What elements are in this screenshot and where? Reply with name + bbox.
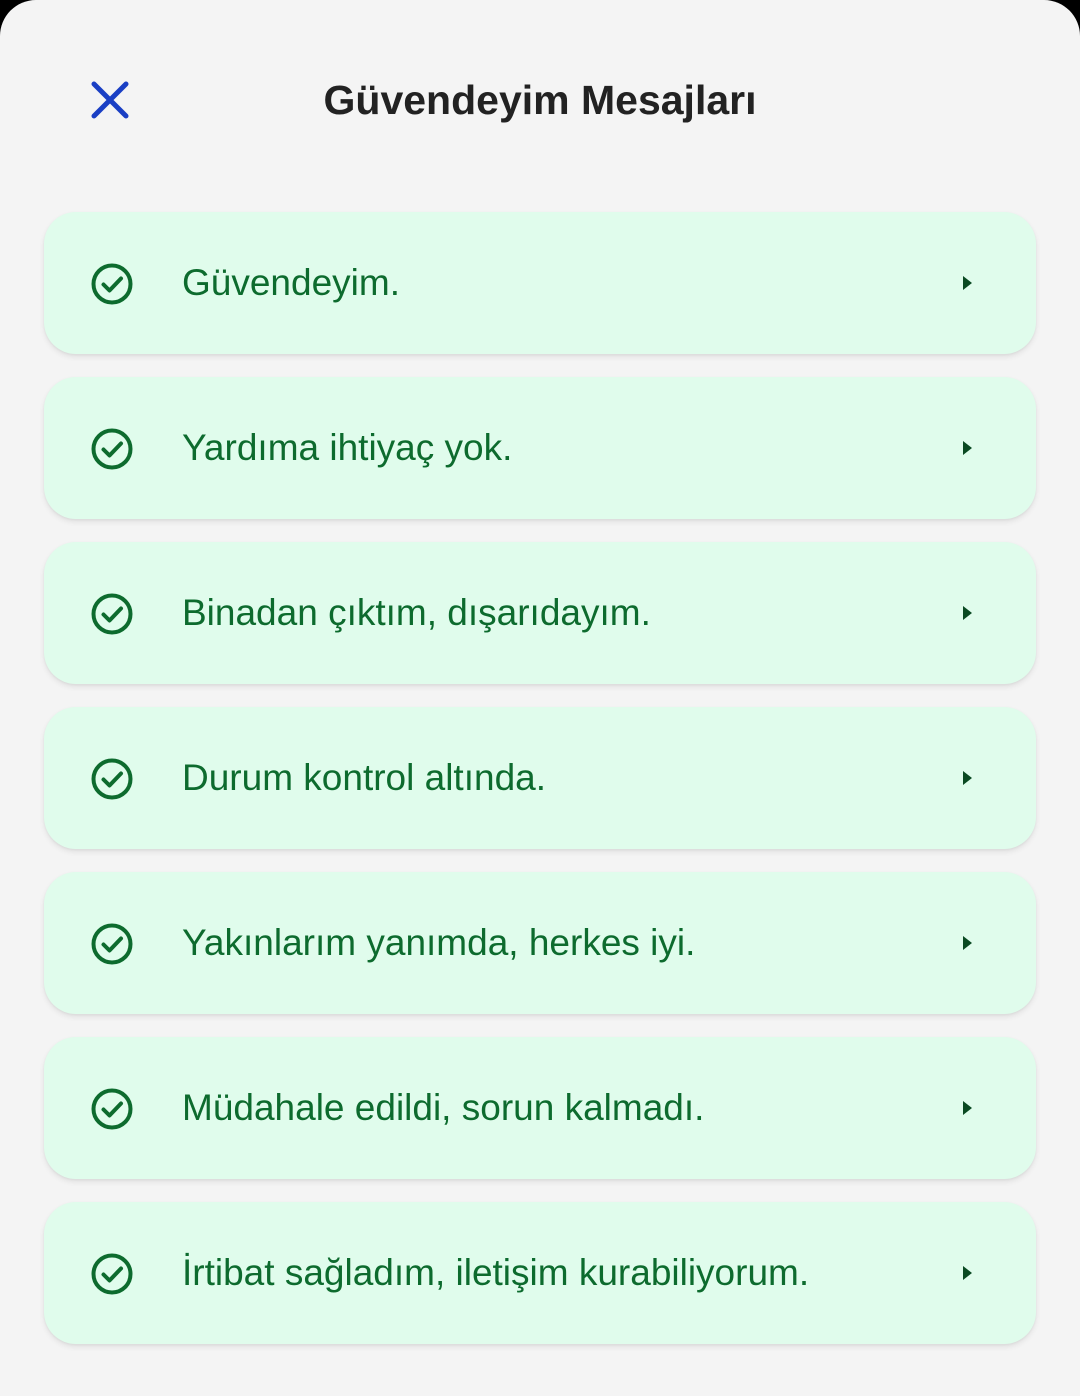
message-label: İrtibat sağladım, iletişim kurabiliyorum… bbox=[182, 1252, 810, 1293]
check-circle-icon bbox=[91, 593, 133, 635]
sheet-header: Güvendeyim Mesajları bbox=[0, 0, 1080, 200]
message-item-0[interactable]: Güvendeyim. bbox=[44, 212, 1036, 354]
message-label: Yardıma ihtiyaç yok. bbox=[182, 427, 513, 468]
arrow-right-icon bbox=[963, 441, 972, 455]
message-item-5[interactable]: Müdahale edildi, sorun kalmadı. bbox=[44, 1037, 1036, 1179]
arrow-right-icon bbox=[963, 1101, 972, 1115]
check-circle-icon bbox=[91, 758, 133, 800]
arrow-right-icon bbox=[963, 1266, 972, 1280]
arrow-right-icon bbox=[963, 606, 972, 620]
check-circle-icon bbox=[91, 1253, 133, 1295]
page-title: Güvendeyim Mesajları bbox=[323, 77, 757, 123]
message-item-3[interactable]: Durum kontrol altında. bbox=[44, 707, 1036, 849]
arrow-right-icon bbox=[963, 276, 972, 290]
check-circle-icon bbox=[91, 263, 133, 305]
message-list: Güvendeyim. Yardıma ihtiyaç yok. Binadan… bbox=[44, 212, 1036, 1367]
message-label: Güvendeyim. bbox=[182, 262, 400, 303]
message-label: Müdahale edildi, sorun kalmadı. bbox=[182, 1087, 705, 1128]
message-item-1[interactable]: Yardıma ihtiyaç yok. bbox=[44, 377, 1036, 519]
message-label: Binadan çıktım, dışarıdayım. bbox=[182, 592, 651, 633]
message-item-4[interactable]: Yakınlarım yanımda, herkes iyi. bbox=[44, 872, 1036, 1014]
check-circle-icon bbox=[91, 428, 133, 470]
message-item-6[interactable]: İrtibat sağladım, iletişim kurabiliyorum… bbox=[44, 1202, 1036, 1344]
message-item-2[interactable]: Binadan çıktım, dışarıdayım. bbox=[44, 542, 1036, 684]
check-circle-icon bbox=[91, 1088, 133, 1130]
message-label: Yakınlarım yanımda, herkes iyi. bbox=[182, 922, 696, 963]
arrow-right-icon bbox=[963, 771, 972, 785]
bottom-sheet: Güvendeyim Mesajları Güvendeyim. Yardıma… bbox=[0, 0, 1080, 1396]
arrow-right-icon bbox=[963, 936, 972, 950]
message-label: Durum kontrol altında. bbox=[182, 757, 547, 798]
check-circle-icon bbox=[91, 923, 133, 965]
